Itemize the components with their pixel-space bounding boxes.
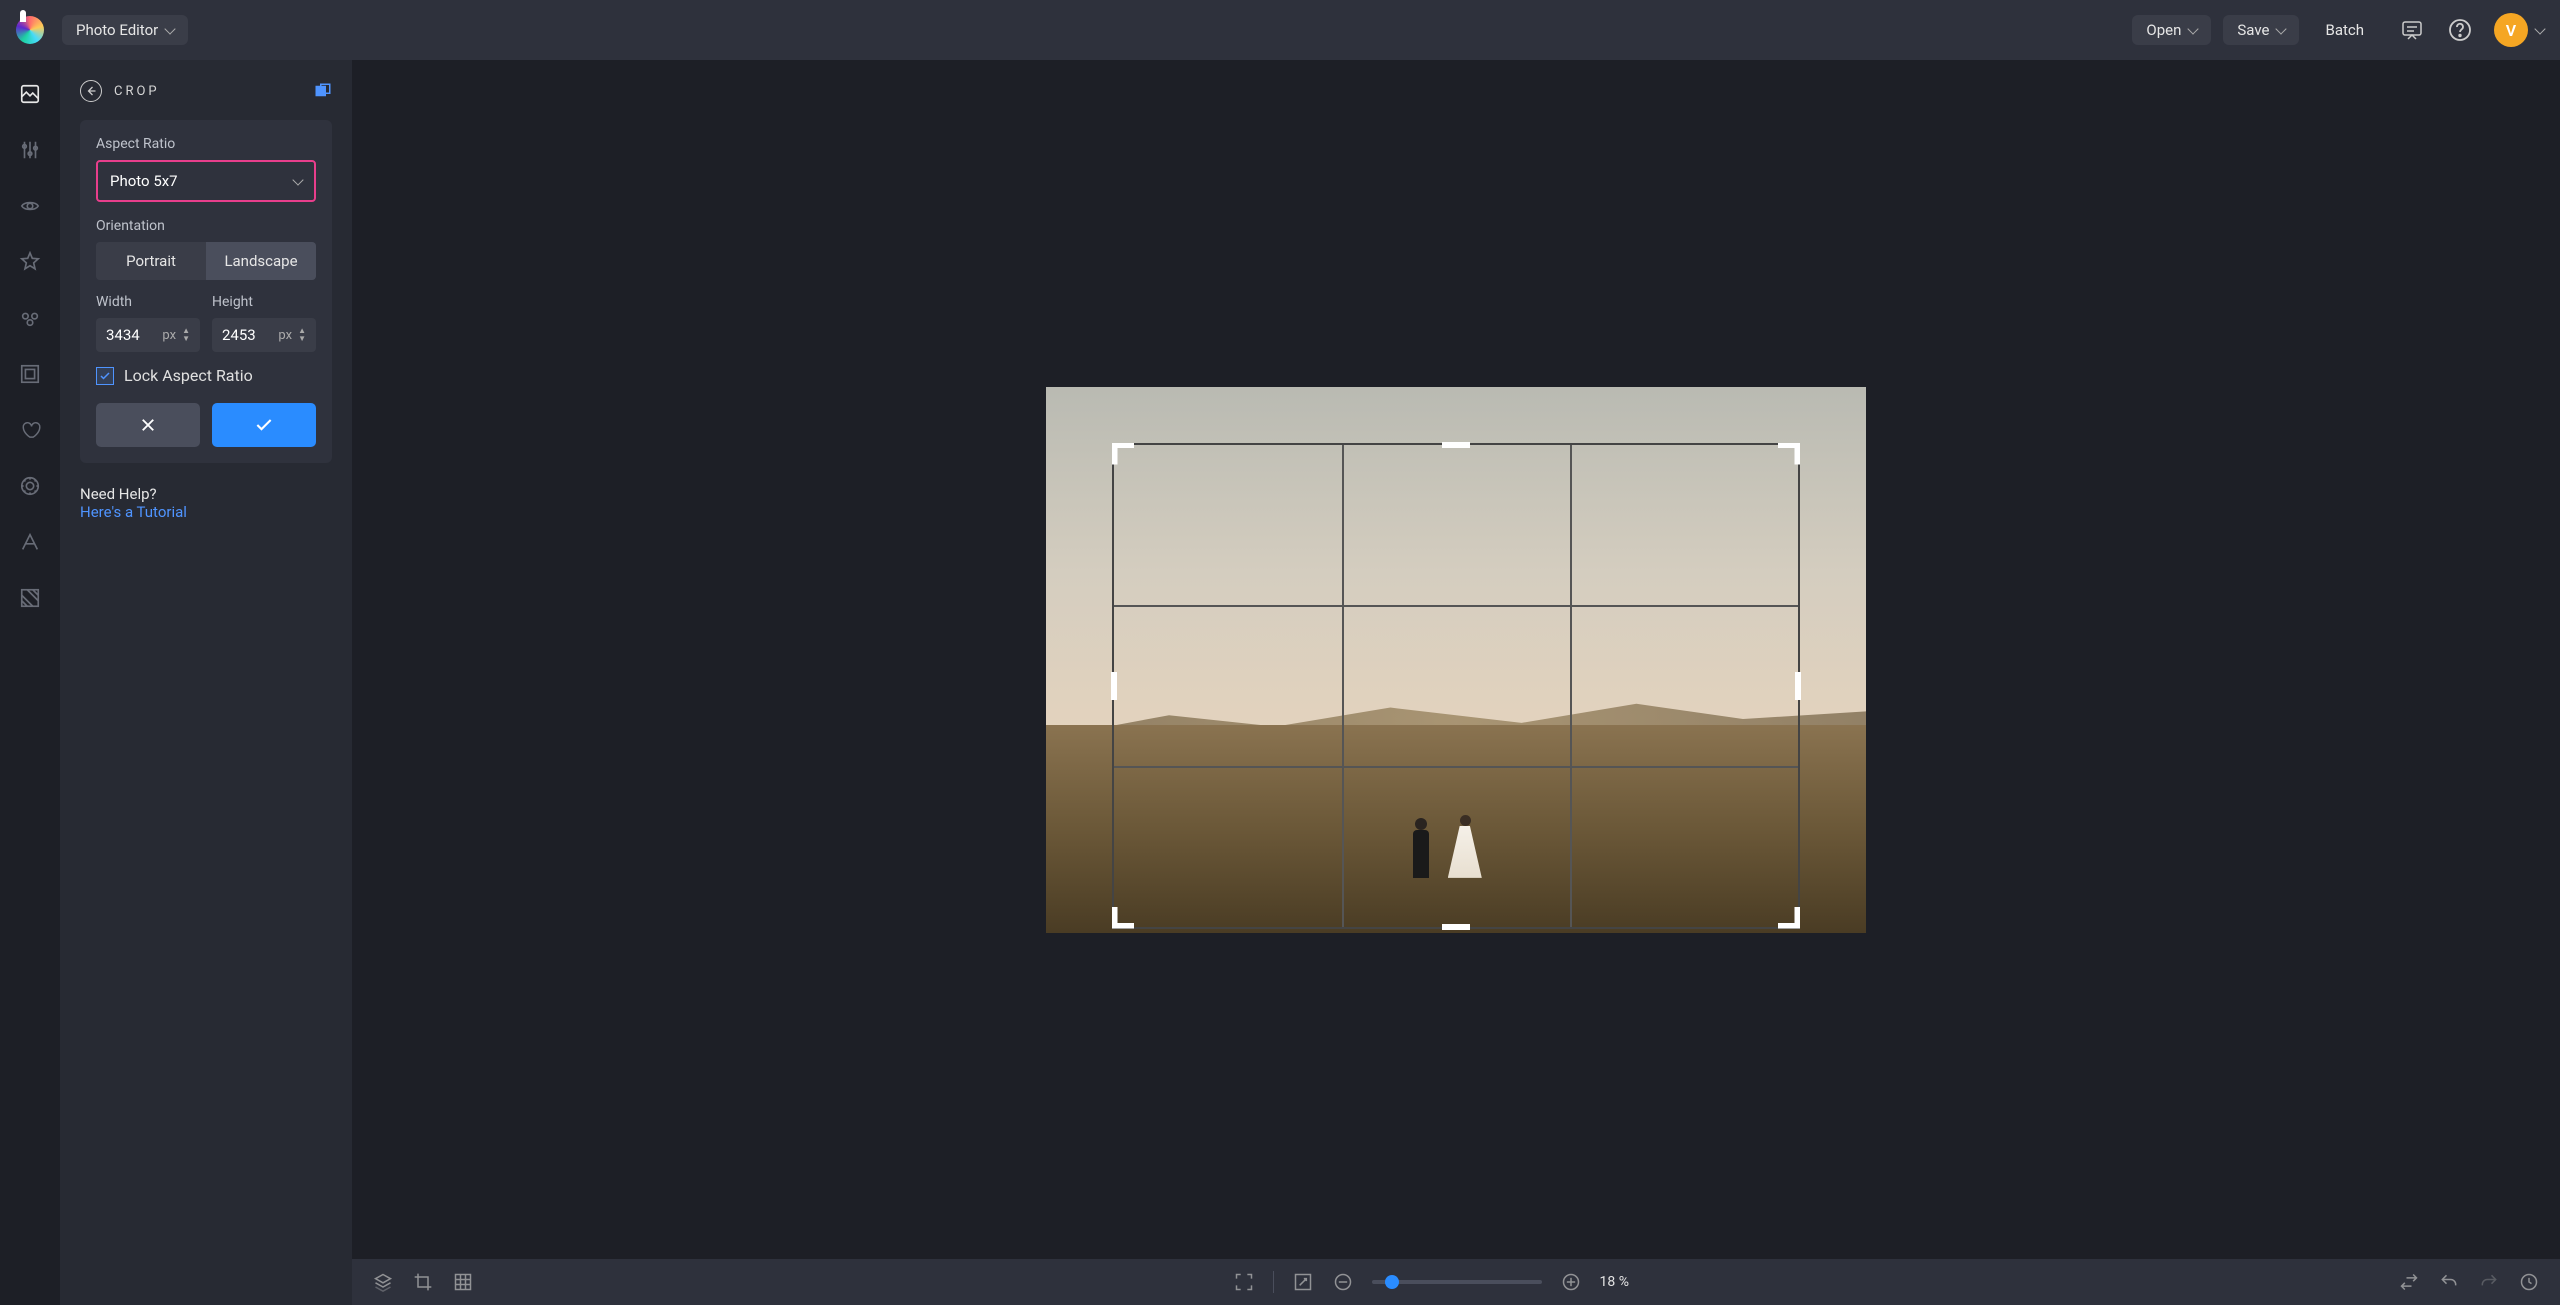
crop-settings-card: Aspect Ratio Photo 5x7 Orientation Portr… — [80, 120, 332, 463]
zoom-out-button[interactable] — [1332, 1271, 1354, 1293]
feedback-icon[interactable] — [2398, 16, 2426, 44]
cancel-button[interactable] — [96, 403, 200, 447]
bottom-bar: 18 % — [352, 1259, 2560, 1305]
save-dropdown[interactable]: Save — [2223, 15, 2299, 45]
rail-effects[interactable] — [16, 248, 44, 276]
apply-button[interactable] — [212, 403, 316, 447]
mode-dropdown[interactable]: Photo Editor — [62, 15, 188, 45]
artboard[interactable] — [1046, 387, 1866, 933]
orientation-label: Orientation — [96, 218, 316, 234]
layers-icon[interactable] — [372, 1271, 394, 1293]
zoom-percent: 18 % — [1600, 1274, 1640, 1290]
crop-panel: CROP Aspect Ratio Photo 5x7 Orientation … — [60, 60, 352, 1305]
chevron-down-icon — [2188, 23, 2199, 34]
rail-artsy[interactable] — [16, 304, 44, 332]
fullscreen-icon[interactable] — [1292, 1271, 1314, 1293]
help-question: Need Help? — [80, 485, 332, 503]
help-tutorial-link[interactable]: Here's a Tutorial — [80, 503, 332, 521]
mode-label: Photo Editor — [76, 21, 158, 39]
back-button[interactable] — [80, 80, 102, 102]
compare-icon[interactable] — [314, 82, 332, 100]
chevron-down-icon[interactable] — [2534, 23, 2545, 34]
rail-frames[interactable] — [16, 360, 44, 388]
width-label: Width — [96, 294, 200, 310]
undo-button[interactable] — [2438, 1271, 2460, 1293]
crop-handle-tr[interactable] — [1778, 443, 1800, 465]
orientation-portrait[interactable]: Portrait — [96, 242, 206, 280]
crop-handle-tl[interactable] — [1112, 443, 1134, 465]
crop-handle-left[interactable] — [1111, 672, 1117, 700]
crop-handle-bottom[interactable] — [1442, 924, 1470, 930]
crop-icon[interactable] — [412, 1271, 434, 1293]
height-input[interactable]: 2453 px ▲▼ — [212, 318, 316, 352]
app-logo[interactable] — [16, 16, 44, 44]
redo-button[interactable] — [2478, 1271, 2500, 1293]
zoom-in-button[interactable] — [1560, 1271, 1582, 1293]
help-icon[interactable] — [2446, 16, 2474, 44]
crop-handle-br[interactable] — [1778, 907, 1800, 929]
width-input[interactable]: 3434 px ▲▼ — [96, 318, 200, 352]
compare-toggle-icon[interactable] — [2398, 1271, 2420, 1293]
panel-title: CROP — [114, 84, 302, 99]
open-dropdown[interactable]: Open — [2132, 15, 2211, 45]
aspect-ratio-select[interactable]: Photo 5x7 — [96, 160, 316, 202]
rail-overlays[interactable] — [16, 472, 44, 500]
grid-icon[interactable] — [452, 1271, 474, 1293]
rail-adjust[interactable] — [16, 136, 44, 164]
aspect-ratio-label: Aspect Ratio — [96, 136, 316, 152]
rail-essentials[interactable] — [16, 80, 44, 108]
canvas-area: 18 % — [352, 60, 2560, 1305]
rail-textures[interactable] — [16, 584, 44, 612]
height-label: Height — [212, 294, 316, 310]
batch-button[interactable]: Batch — [2311, 15, 2378, 45]
rail-graphics[interactable] — [16, 416, 44, 444]
lock-aspect-checkbox[interactable] — [96, 367, 114, 385]
width-down[interactable]: ▼ — [182, 335, 190, 343]
fit-screen-icon[interactable] — [1233, 1271, 1255, 1293]
rail-touchup[interactable] — [16, 192, 44, 220]
crop-handle-right[interactable] — [1795, 672, 1801, 700]
app-header: Photo Editor Open Save Batch V — [0, 0, 2560, 60]
zoom-slider[interactable] — [1372, 1280, 1542, 1284]
user-avatar[interactable]: V — [2494, 13, 2528, 47]
orientation-segment: Portrait Landscape — [96, 242, 316, 280]
lock-aspect-label: Lock Aspect Ratio — [124, 366, 253, 385]
tool-rail — [0, 60, 60, 1305]
chevron-down-icon — [292, 174, 303, 185]
chevron-down-icon — [165, 23, 176, 34]
history-icon[interactable] — [2518, 1271, 2540, 1293]
orientation-landscape[interactable]: Landscape — [206, 242, 316, 280]
crop-handle-bl[interactable] — [1112, 907, 1134, 929]
crop-rectangle[interactable] — [1112, 443, 1800, 929]
crop-handle-top[interactable] — [1442, 442, 1470, 448]
chevron-down-icon — [2276, 23, 2287, 34]
height-down[interactable]: ▼ — [298, 335, 306, 343]
rail-text[interactable] — [16, 528, 44, 556]
zoom-thumb[interactable] — [1385, 1275, 1399, 1289]
